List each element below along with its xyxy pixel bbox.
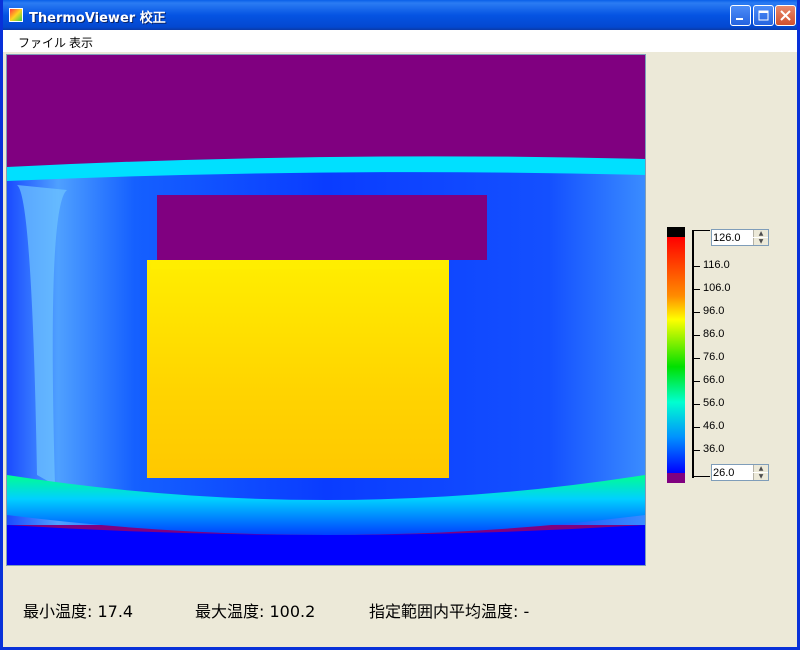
scale-tick [692, 335, 700, 336]
max-temp-input[interactable] [713, 231, 753, 244]
client-area: ▲ ▼ 116.0 106.0 96.0 86.0 76.0 66.0 56.0 46.0 36… [3, 52, 797, 647]
hot-object [147, 260, 449, 478]
scale-tick [692, 266, 700, 267]
max-spinner-down-button[interactable]: ▼ [753, 238, 768, 245]
scale-tick-min [692, 476, 710, 477]
max-spinner-arrows: ▲ ▼ [753, 230, 768, 245]
scale-tick [692, 312, 700, 313]
scale-cap-bottom [667, 473, 685, 483]
scale-tick-label: 106.0 [703, 282, 731, 294]
scale-tick [692, 404, 700, 405]
scale-cap-top [667, 227, 685, 237]
max-temp-label: 最大温度: 100.2 [195, 602, 316, 621]
scale-tick [692, 427, 700, 428]
title-bar[interactable]: ThermoViewer 校正 [3, 0, 797, 30]
min-temp-spinner[interactable]: ▲ ▼ [711, 464, 769, 481]
scale-tick [692, 450, 700, 451]
maximize-button[interactable] [753, 5, 774, 26]
scale-tick-label: 96.0 [703, 305, 725, 317]
minimize-button[interactable] [730, 5, 751, 26]
max-temp-spinner[interactable]: ▲ ▼ [711, 229, 769, 246]
min-spinner-arrows: ▲ ▼ [753, 465, 768, 480]
minimize-icon [736, 18, 743, 20]
window-title: ThermoViewer 校正 [29, 11, 166, 26]
scale-tick-label: 46.0 [703, 420, 725, 432]
menu-file[interactable]: ファイル [18, 34, 66, 51]
color-scale-bar [667, 227, 685, 483]
scale-tick-label: 56.0 [703, 397, 725, 409]
scale-tick [692, 289, 700, 290]
hot-object-core [151, 263, 445, 269]
menu-view[interactable]: 表示 [69, 34, 93, 51]
min-temp-input[interactable] [713, 466, 753, 479]
max-spinner-up-button[interactable]: ▲ [753, 230, 768, 237]
min-spinner-down-button[interactable]: ▼ [753, 473, 768, 480]
scale-axis [692, 230, 694, 478]
scale-tick-label: 66.0 [703, 374, 725, 386]
scale-tick [692, 358, 700, 359]
scale-tick-label: 116.0 [703, 259, 730, 271]
app-icon [9, 8, 23, 22]
scale-tick [692, 381, 700, 382]
maximize-icon [758, 10, 769, 21]
close-button[interactable] [775, 5, 796, 26]
avg-temp-label: 指定範囲内平均温度: - [369, 602, 530, 621]
scale-tick-label: 36.0 [703, 443, 725, 455]
min-spinner-up-button[interactable]: ▲ [753, 465, 768, 472]
app-window: ThermoViewer 校正 ファイル 表示 126.0 ▲ ▼ 116.0 … [0, 0, 800, 650]
thermal-image[interactable] [6, 54, 646, 566]
close-icon [780, 10, 791, 21]
container-interior [157, 195, 487, 260]
scale-tick-max [692, 230, 710, 231]
scale-gradient [667, 237, 685, 473]
menu-bar: ファイル 表示 [3, 30, 797, 52]
scale-tick-label: 86.0 [703, 328, 725, 340]
min-temp-label: 最小温度: 17.4 [23, 602, 134, 621]
scale-tick-label: 76.0 [703, 351, 725, 363]
